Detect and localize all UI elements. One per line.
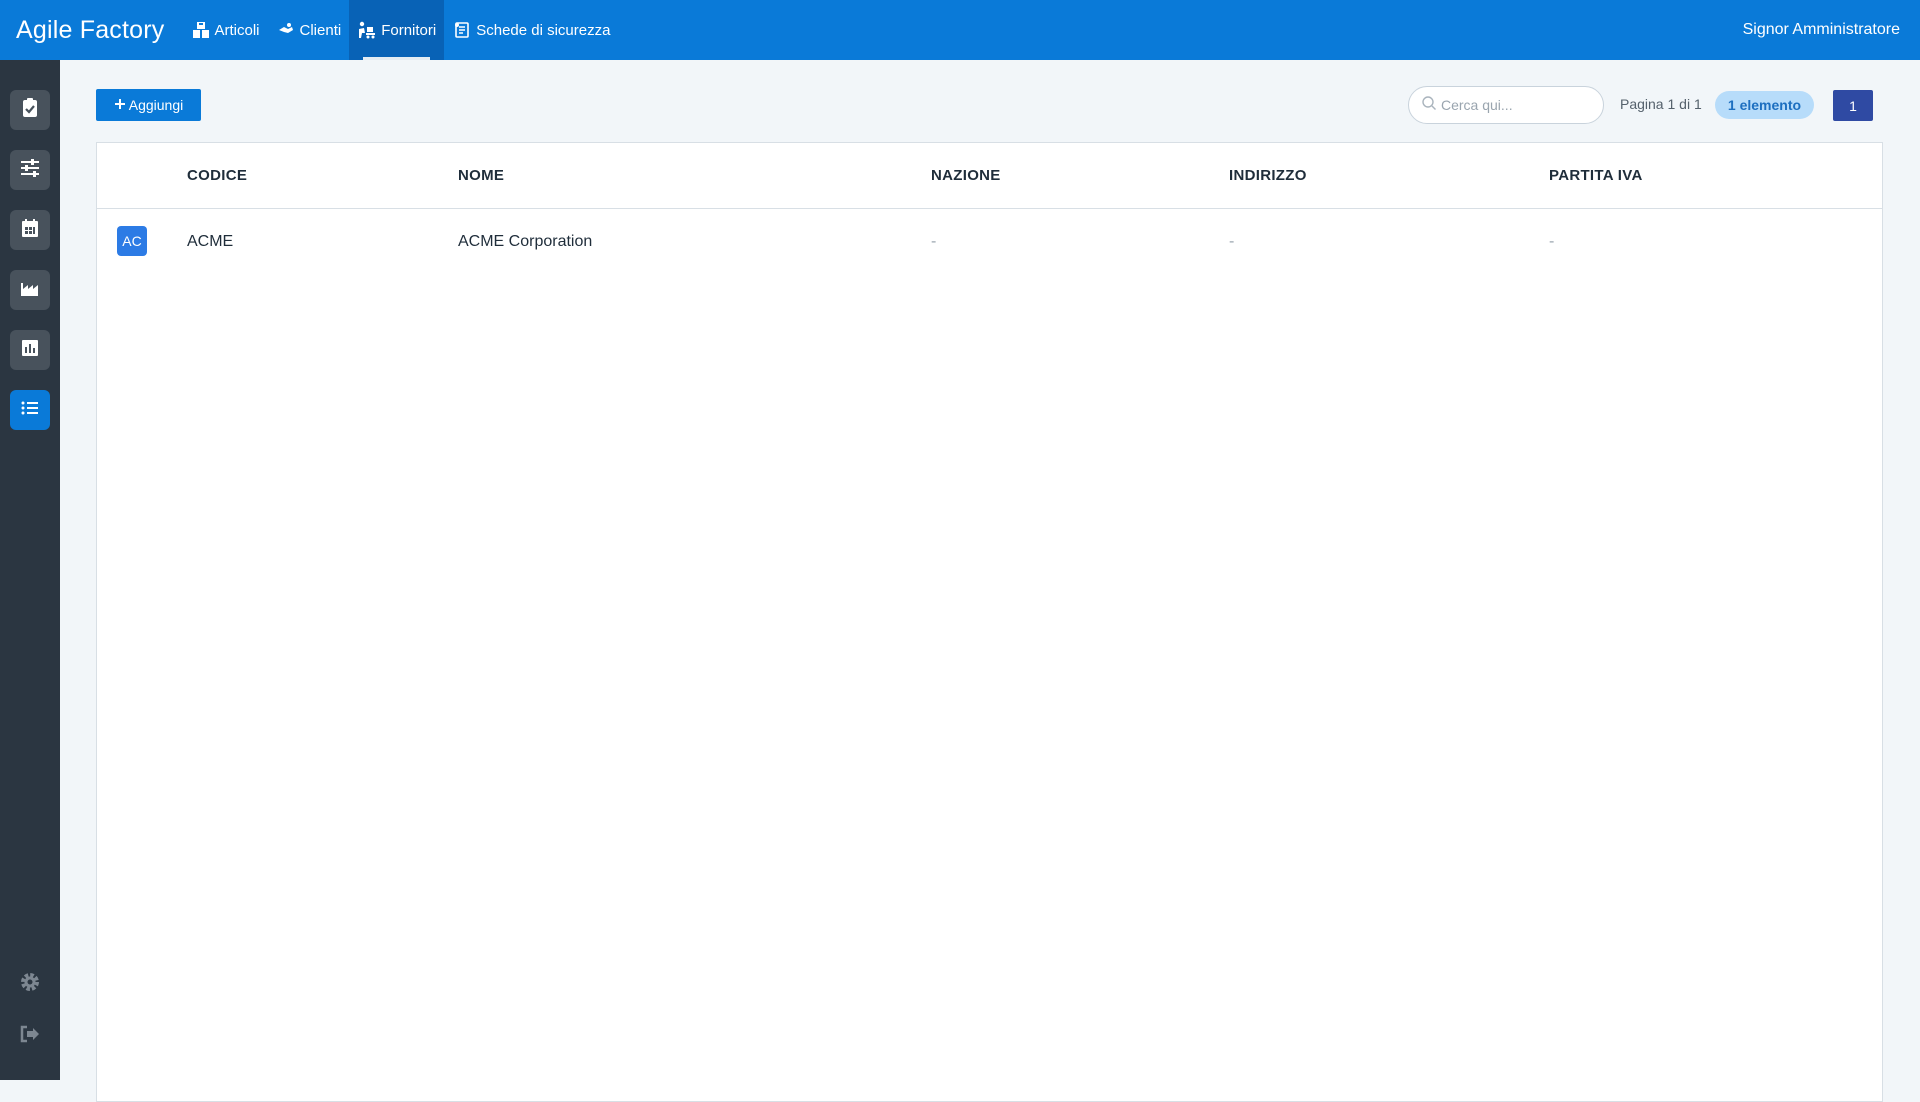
- sidebar: [0, 60, 60, 1080]
- column-header-codice[interactable]: CODICE: [187, 167, 247, 184]
- user-menu[interactable]: Signor Amministratore: [1743, 0, 1920, 60]
- list-icon: [18, 397, 42, 424]
- search-box[interactable]: [1408, 86, 1604, 124]
- clipboard-check-icon: [19, 97, 41, 124]
- nav-item-fornitori[interactable]: Fornitori: [349, 0, 445, 60]
- suppliers-table: CODICE NOME NAZIONE INDIRIZZO PARTITA IV…: [96, 142, 1883, 1102]
- boxes-icon: [191, 20, 211, 40]
- sidebar-item-reports[interactable]: [10, 330, 50, 370]
- nav-item-label: Articoli: [214, 21, 260, 39]
- nav-item-label: Fornitori: [381, 21, 437, 39]
- cell-codice: ACME: [187, 233, 234, 250]
- nav-item-articoli[interactable]: Articoli: [183, 0, 268, 60]
- cell-nome: ACME Corporation: [458, 233, 593, 250]
- table-row[interactable]: AC ACME ACME Corporation - - -: [97, 209, 1882, 275]
- search-icon: [1421, 95, 1437, 116]
- item-count-badge: 1 elemento: [1715, 91, 1814, 119]
- settings-button[interactable]: [10, 964, 50, 1004]
- app-title[interactable]: Agile Factory: [0, 0, 181, 60]
- nav-item-schede-sicurezza[interactable]: Schede di sicurezza: [444, 0, 618, 60]
- pagination-info: Pagina 1 di 1: [1620, 96, 1702, 112]
- sidebar-bottom: [10, 952, 50, 1080]
- page-button-1[interactable]: 1: [1833, 90, 1873, 121]
- nav-item-clienti[interactable]: Clienti: [268, 0, 350, 60]
- cell-partita-iva: -: [1549, 233, 1555, 250]
- top-navbar: Agile Factory Articoli Clienti Fornitori…: [0, 0, 1920, 60]
- cell-indirizzo: -: [1229, 233, 1235, 250]
- safety-sheet-icon: [452, 20, 472, 40]
- handshake-icon: [276, 20, 296, 40]
- column-header-partita-iva[interactable]: PARTITA IVA: [1549, 167, 1643, 184]
- search-input[interactable]: [1441, 97, 1591, 113]
- cell-nazione: -: [931, 233, 937, 250]
- sidebar-item-registry[interactable]: [10, 390, 50, 430]
- gear-icon: [18, 970, 42, 999]
- logout-button[interactable]: [10, 1016, 50, 1056]
- column-header-indirizzo[interactable]: INDIRIZZO: [1229, 167, 1307, 184]
- sliders-icon: [18, 157, 42, 184]
- supplier-icon: [357, 20, 377, 40]
- add-button[interactable]: Aggiungi: [96, 89, 201, 121]
- sidebar-item-planning[interactable]: [10, 150, 50, 190]
- nav-item-label: Clienti: [299, 21, 342, 39]
- add-button-label: Aggiungi: [128, 97, 184, 113]
- calendar-icon: [19, 217, 41, 244]
- sidebar-item-tasks[interactable]: [10, 90, 50, 130]
- factory-icon: [18, 277, 42, 304]
- column-header-nome[interactable]: NOME: [458, 167, 504, 184]
- logout-icon: [18, 1023, 42, 1050]
- sidebar-item-calendar[interactable]: [10, 210, 50, 250]
- main-nav: Articoli Clienti Fornitori Schede di sic…: [183, 0, 619, 60]
- sidebar-item-production[interactable]: [10, 270, 50, 310]
- bar-chart-icon: [19, 337, 41, 364]
- plus-icon: [114, 97, 126, 113]
- nav-item-label: Schede di sicurezza: [476, 21, 611, 39]
- table-header: CODICE NOME NAZIONE INDIRIZZO PARTITA IV…: [97, 143, 1882, 209]
- column-header-nazione[interactable]: NAZIONE: [931, 167, 1001, 184]
- avatar: AC: [117, 226, 147, 256]
